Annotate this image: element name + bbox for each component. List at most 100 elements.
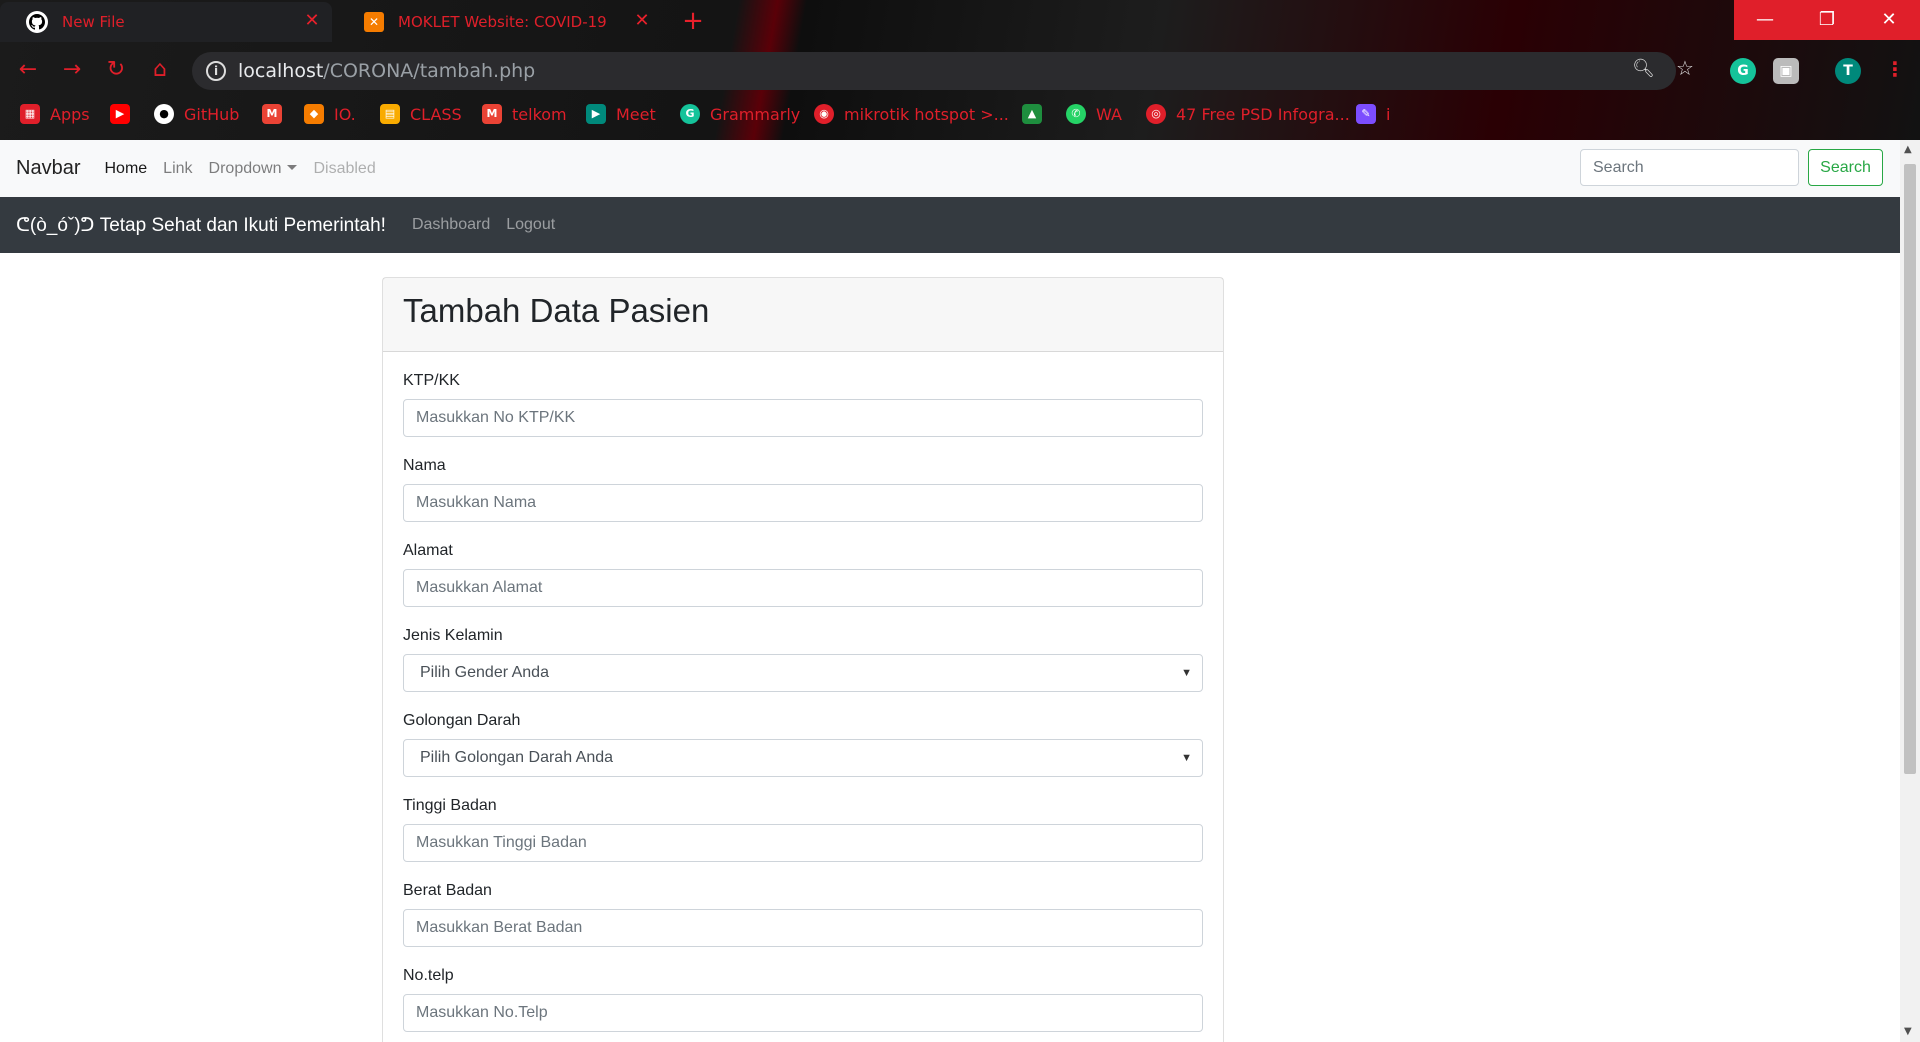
nav-link-link[interactable]: Link [163, 160, 192, 178]
bookmark-github[interactable]: ● GitHub [154, 104, 239, 124]
secondary-navbar: ᕦ(ò_óˇ)ᕤ Tetap Sehat dan Ikuti Pemerinta… [0, 197, 1900, 253]
address-bar[interactable]: i localhost/CORONA/tambah.php [192, 52, 1676, 90]
gmail-icon: M [482, 104, 502, 124]
gender-select[interactable]: Pilih Gender Anda ▼ [403, 654, 1203, 692]
top-navbar: Navbar Home Link Dropdown Disabled Searc… [0, 140, 1900, 197]
berat-badan-input[interactable] [403, 909, 1203, 947]
star-icon[interactable]: ☆ [1676, 56, 1694, 80]
blood-type-select[interactable]: Pilih Golongan Darah Anda ▼ [403, 739, 1203, 777]
gmail-icon: M [262, 104, 282, 124]
forward-arrow-icon[interactable]: → [58, 56, 86, 84]
github-icon: ● [154, 104, 174, 124]
minimize-button[interactable]: — [1734, 0, 1796, 40]
io-icon: ◆ [304, 104, 324, 124]
extension-icon[interactable]: ▣ [1773, 58, 1799, 84]
classroom-icon: ▲ [1022, 104, 1042, 124]
bookmark-meet[interactable]: ▶ Meet [586, 104, 656, 124]
home-icon[interactable]: ⌂ [146, 56, 174, 84]
github-icon [26, 11, 48, 33]
bookmark-grammarly[interactable]: G Grammarly [680, 104, 800, 124]
grammarly-icon: G [680, 104, 700, 124]
bookmark-mikrotik[interactable]: ◉ mikrotik hotspot >... [814, 104, 1009, 124]
page-title: Tambah Data Pasien [403, 292, 710, 329]
xampp-icon: ✕ [364, 12, 384, 32]
zoom-icon[interactable]: 🔍︎ [1632, 58, 1655, 79]
ktp-input[interactable] [403, 399, 1203, 437]
form-group-alamat: Alamat [403, 542, 1203, 607]
nav-link-home[interactable]: Home [104, 160, 147, 178]
mikrotik-icon: ◉ [814, 104, 834, 124]
maximize-button[interactable]: ❐ [1796, 0, 1858, 40]
close-icon[interactable]: ✕ [632, 11, 652, 31]
field-label: Golongan Darah [403, 712, 521, 729]
select-value: Pilih Golongan Darah Anda [420, 749, 614, 766]
card-header: Tambah Data Pasien [383, 278, 1223, 352]
youtube-icon: ▶ [110, 104, 130, 124]
field-label: Tinggi Badan [403, 797, 497, 814]
bookmark-classroom[interactable]: ▲ [1022, 104, 1052, 124]
kebab-menu-icon[interactable]: ⋮ [1882, 56, 1908, 82]
dropdown-arrow-icon: ▼ [1181, 752, 1192, 764]
scroll-up-arrow-icon[interactable]: ▲ [1904, 144, 1912, 155]
psd-icon: ◎ [1146, 104, 1166, 124]
field-label: Alamat [403, 542, 453, 559]
secondary-navbar-brand[interactable]: ᕦ(ò_óˇ)ᕤ Tetap Sehat dan Ikuti Pemerinta… [16, 214, 386, 237]
bookmark-psd-infographics[interactable]: ◎ 47 Free PSD Infogra... [1146, 104, 1350, 124]
form-group-golongan-darah: Golongan Darah Pilih Golongan Darah Anda… [403, 712, 1203, 777]
grammarly-extension-icon[interactable]: G [1730, 58, 1756, 84]
tab-new-file[interactable]: New File ✕ [0, 2, 332, 42]
tab-title: New File [62, 13, 125, 31]
nav-link-disabled: Disabled [313, 159, 376, 177]
caret-down-icon [287, 164, 298, 170]
tab-moklet[interactable]: ✕ MOKLET Website: COVID-19 ✕ [338, 2, 662, 42]
navbar-brand[interactable]: Navbar [16, 157, 80, 180]
bookmark-wa[interactable]: ✆ WA [1066, 104, 1122, 124]
form-group-berat-badan: Berat Badan [403, 882, 1203, 947]
nama-input[interactable] [403, 484, 1203, 522]
field-label: Jenis Kelamin [403, 627, 503, 644]
meet-icon: ▶ [586, 104, 606, 124]
bookmark-apps[interactable]: ▦ Apps [20, 104, 90, 124]
card-body: KTP/KK Nama Alamat Jenis Kelamin Pilih G… [383, 352, 1223, 1042]
scroll-down-arrow-icon[interactable]: ▼ [1904, 1026, 1912, 1037]
scrollbar-thumb[interactable] [1904, 164, 1916, 774]
form-group-jenis-kelamin: Jenis Kelamin Pilih Gender Anda ▼ [403, 627, 1203, 692]
bookmark-io[interactable]: ◆ IO. [304, 104, 356, 124]
bookmark-gmail[interactable]: M [262, 104, 292, 124]
bookmark-youtube[interactable]: ▶ [110, 104, 140, 124]
nav-link-dashboard[interactable]: Dashboard [412, 216, 490, 234]
field-label: Berat Badan [403, 882, 492, 899]
search-input[interactable] [1580, 149, 1799, 186]
browser-chrome: New File ✕ ✕ MOKLET Website: COVID-19 ✕ … [0, 0, 1920, 140]
search-button[interactable]: Search [1808, 149, 1883, 186]
window-close-button[interactable]: ✕ [1858, 0, 1920, 40]
tab-strip: New File ✕ ✕ MOKLET Website: COVID-19 ✕ … [0, 0, 1920, 44]
field-label: Nama [403, 457, 446, 474]
new-tab-button[interactable]: + [674, 6, 712, 38]
field-label: No.telp [403, 967, 454, 984]
form-group-tinggi-badan: Tinggi Badan [403, 797, 1203, 862]
form-group-ktp: KTP/KK [403, 372, 1203, 437]
bookmark-class[interactable]: ▤ CLASS [380, 104, 462, 124]
close-icon[interactable]: ✕ [302, 11, 322, 31]
alamat-input[interactable] [403, 569, 1203, 607]
patient-form-card: Tambah Data Pasien KTP/KK Nama Alamat Je… [382, 277, 1224, 1042]
profile-avatar[interactable]: T [1835, 58, 1861, 84]
page-scrollbar[interactable]: ▲ ▼ [1900, 140, 1920, 1042]
nav-link-logout[interactable]: Logout [506, 216, 555, 234]
url-text: localhost/CORONA/tambah.php [238, 60, 536, 82]
feather-icon: ✎ [1356, 104, 1376, 124]
field-label: KTP/KK [403, 372, 460, 389]
no-telp-input[interactable] [403, 994, 1203, 1032]
whatsapp-icon: ✆ [1066, 104, 1086, 124]
reload-icon[interactable]: ↻ [102, 56, 130, 84]
back-arrow-icon[interactable]: ← [14, 56, 42, 84]
select-value: Pilih Gender Anda [420, 664, 549, 681]
bookmark-telkom[interactable]: Mtelkom [482, 104, 567, 124]
info-icon[interactable]: i [206, 61, 226, 81]
dropdown-arrow-icon: ▼ [1181, 667, 1192, 679]
tinggi-badan-input[interactable] [403, 824, 1203, 862]
browser-toolbar: ← → ↻ ⌂ i localhost/CORONA/tambah.php 🔍︎… [0, 50, 1920, 90]
nav-link-dropdown[interactable]: Dropdown [209, 160, 298, 178]
bookmark-i[interactable]: ✎ i [1356, 104, 1390, 124]
